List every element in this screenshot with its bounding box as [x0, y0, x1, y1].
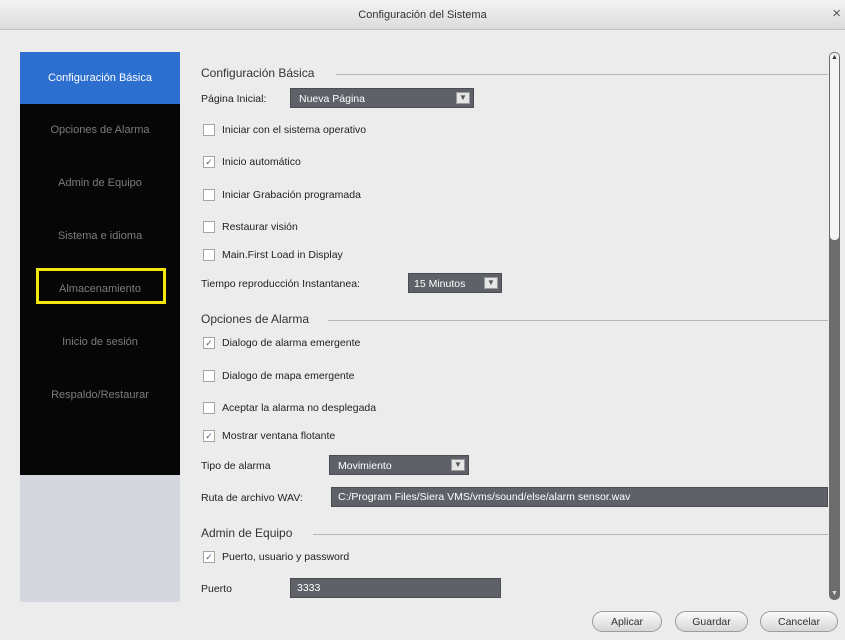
section-title-device: Admin de Equipo — [201, 526, 293, 540]
dropdown-value: Movimiento — [338, 460, 392, 472]
close-icon[interactable]: × — [832, 6, 841, 22]
wav-path-label: Ruta de archivo WAV: — [201, 492, 303, 504]
checkbox-label: Inicio automático — [222, 156, 301, 168]
checkbox-label: Mostrar ventana flotante — [222, 430, 336, 442]
sidebar-item-label: Inicio de sesión — [62, 336, 138, 348]
checkbox-auto-start[interactable]: ✓ — [203, 156, 215, 168]
checkbox-label: Dialogo de alarma emergente — [222, 337, 361, 349]
sidebar-item-admin-de-equipo[interactable]: Admin de Equipo — [20, 157, 180, 209]
alarm-type-dropdown[interactable]: Movimiento ▼ — [329, 455, 469, 475]
section-divider — [313, 534, 828, 535]
section-title-basic: Configuración Básica — [201, 66, 315, 80]
scrollbar[interactable]: ▲ ▼ — [829, 52, 840, 600]
dropdown-value: Nueva Página — [299, 93, 365, 105]
sidebar-item-label: Opciones de Alarma — [50, 124, 150, 136]
window-title: Configuración del Sistema — [358, 9, 487, 21]
port-input[interactable]: 3333 — [290, 578, 501, 598]
chevron-down-icon[interactable]: ▼ — [451, 459, 465, 471]
sidebar-item-respaldo-restaurar[interactable]: Respaldo/Restaurar — [20, 369, 180, 421]
sidebar-item-almacenamiento[interactable]: Almacenamiento — [20, 263, 180, 315]
sidebar-item-label: Respaldo/Restaurar — [51, 389, 149, 401]
start-page-label: Página Inicial: — [201, 93, 267, 105]
sidebar: Configuración Básica Opciones de Alarma … — [20, 52, 180, 602]
sidebar-item-sistema-e-idioma[interactable]: Sistema e idioma — [20, 210, 180, 262]
cancel-button[interactable]: Cancelar — [760, 611, 838, 632]
sidebar-item-configuracion-basica[interactable]: Configuración Básica — [20, 52, 180, 104]
checkbox-start-with-os[interactable] — [203, 124, 215, 136]
title-bar: Configuración del Sistema × — [0, 0, 845, 30]
checkbox-label: Main.First Load in Display — [222, 249, 343, 261]
checkbox-floating-window[interactable]: ✓ — [203, 430, 215, 442]
checkbox-label: Puerto, usuario y password — [222, 551, 350, 563]
checkbox-restore-view[interactable] — [203, 221, 215, 233]
checkbox-scheduled-recording[interactable] — [203, 189, 215, 201]
checkbox-label: Dialogo de mapa emergente — [222, 370, 355, 382]
checkbox-accept-alarm[interactable] — [203, 402, 215, 414]
checkbox-main-first-load[interactable] — [203, 249, 215, 261]
checkbox-label: Restaurar visión — [222, 221, 298, 233]
sidebar-item-inicio-de-sesion[interactable]: Inicio de sesión — [20, 316, 180, 368]
apply-button[interactable]: Aplicar — [592, 611, 662, 632]
checkbox-alarm-popup[interactable]: ✓ — [203, 337, 215, 349]
scroll-down-icon[interactable]: ▼ — [829, 588, 840, 600]
port-label: Puerto — [201, 583, 232, 595]
scrollbar-track[interactable] — [830, 53, 839, 240]
scroll-up-icon[interactable]: ▲ — [829, 52, 840, 64]
chevron-down-icon[interactable]: ▼ — [456, 92, 470, 104]
sidebar-item-label: Sistema e idioma — [57, 230, 143, 242]
settings-panel: Configuración Básica Página Inicial: Nue… — [188, 50, 828, 605]
sidebar-item-label: Admin de Equipo — [58, 177, 142, 189]
alarm-type-label: Tipo de alarma — [201, 460, 271, 472]
chevron-down-icon[interactable]: ▼ — [484, 277, 498, 289]
sidebar-menu-panel: Opciones de Alarma Admin de Equipo Siste… — [20, 104, 180, 475]
dropdown-value: 15 Minutos — [414, 278, 466, 290]
checkbox-label: Iniciar con el sistema operativo — [222, 124, 367, 136]
checkbox-label: Aceptar la alarma no desplegada — [222, 402, 377, 414]
sidebar-item-opciones-de-alarma[interactable]: Opciones de Alarma — [20, 104, 180, 156]
wav-path-input[interactable]: C:/Program Files/Siera VMS/vms/sound/els… — [331, 487, 828, 507]
checkbox-map-popup[interactable] — [203, 370, 215, 382]
sidebar-item-label: Almacenamiento — [59, 283, 141, 295]
checkbox-port-user-password[interactable]: ✓ — [203, 551, 215, 563]
instant-playback-dropdown[interactable]: 15 Minutos ▼ — [408, 273, 502, 293]
instant-playback-label: Tiempo reproducción Instantanea: — [201, 278, 360, 290]
section-title-alarm: Opciones de Alarma — [201, 312, 310, 326]
checkbox-label: Iniciar Grabación programada — [222, 189, 361, 201]
start-page-dropdown[interactable]: Nueva Página ▼ — [290, 88, 474, 108]
save-button[interactable]: Guardar — [675, 611, 748, 632]
sidebar-item-label: Configuración Básica — [48, 72, 152, 84]
section-divider — [328, 320, 828, 321]
section-divider — [336, 74, 828, 75]
